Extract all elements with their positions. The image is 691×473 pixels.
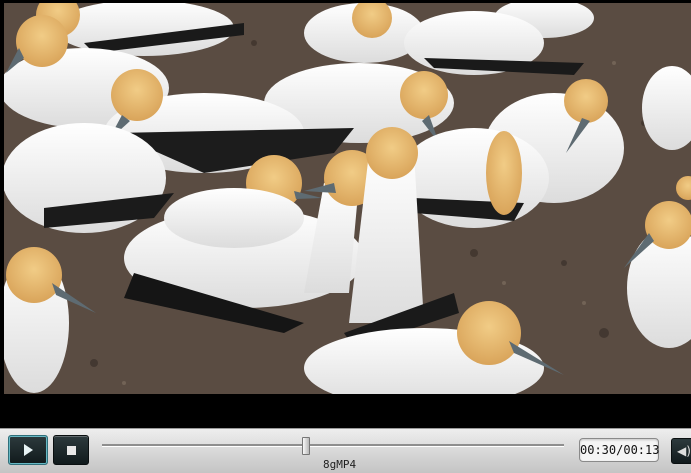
seek-bar-thumb[interactable] — [302, 437, 311, 455]
stop-icon — [66, 445, 76, 455]
video-frame[interactable] — [4, 3, 691, 394]
time-display: 00:30/00:13 — [579, 438, 659, 462]
video-image-gannet-colony — [4, 3, 691, 394]
seek-bar-track[interactable] — [102, 444, 564, 447]
play-icon — [23, 444, 33, 456]
control-bar: 8gMP4 00:30/00:13 ◀) — [0, 428, 691, 473]
play-button[interactable] — [8, 435, 48, 465]
speaker-icon: ◀) — [677, 444, 691, 458]
stop-button[interactable] — [53, 435, 89, 465]
volume-button[interactable]: ◀) — [671, 438, 691, 464]
file-name-label: 8gMP4 — [323, 458, 357, 471]
video-player: 8gMP4 00:30/00:13 ◀) — [0, 0, 691, 473]
letterbox-bar — [0, 394, 691, 428]
